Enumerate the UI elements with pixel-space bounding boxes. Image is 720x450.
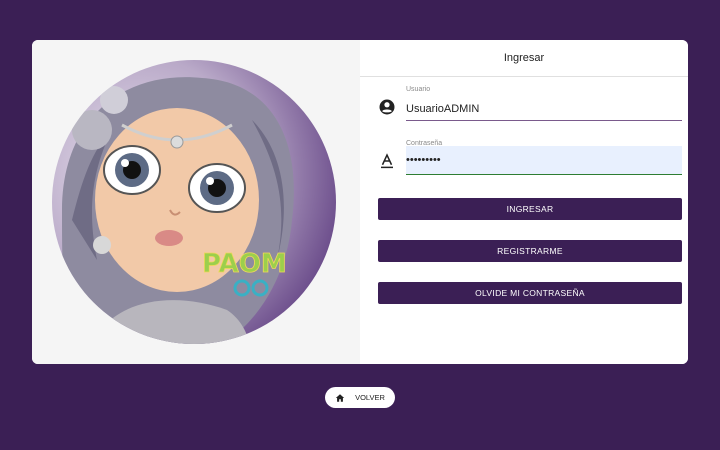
username-input[interactable] [406,98,682,121]
register-button-label: REGISTRARME [497,246,563,256]
image-panel: PAOM [32,40,360,364]
forgot-password-button[interactable]: OLVIDE MI CONTRASEÑA [378,282,682,304]
forgot-password-label: OLVIDE MI CONTRASEÑA [475,288,585,298]
doll-illustration: PAOM [62,77,294,344]
password-field-group: Contraseña [378,140,682,176]
back-button[interactable]: VOLVER [325,387,395,408]
font-a-icon [381,153,393,169]
login-form-panel: Ingresar Usuario Contraseña INGRESAR [360,40,688,364]
account-circle-icon [379,99,395,115]
username-field-group: Usuario [378,86,682,122]
password-input[interactable] [406,146,682,175]
login-card: PAOM Ingresar Usuario Contraseña [32,40,688,364]
back-button-label: VOLVER [355,393,385,402]
login-button-label: INGRESAR [506,204,554,214]
login-button[interactable]: INGRESAR [378,198,682,220]
avatar-image: PAOM [52,60,336,344]
username-label: Usuario [406,86,431,93]
login-header: Ingresar [360,40,688,77]
register-button[interactable]: REGISTRARME [378,240,682,262]
home-icon [335,393,345,402]
login-title: Ingresar [503,52,545,64]
logo-text: PAOM [202,249,287,279]
